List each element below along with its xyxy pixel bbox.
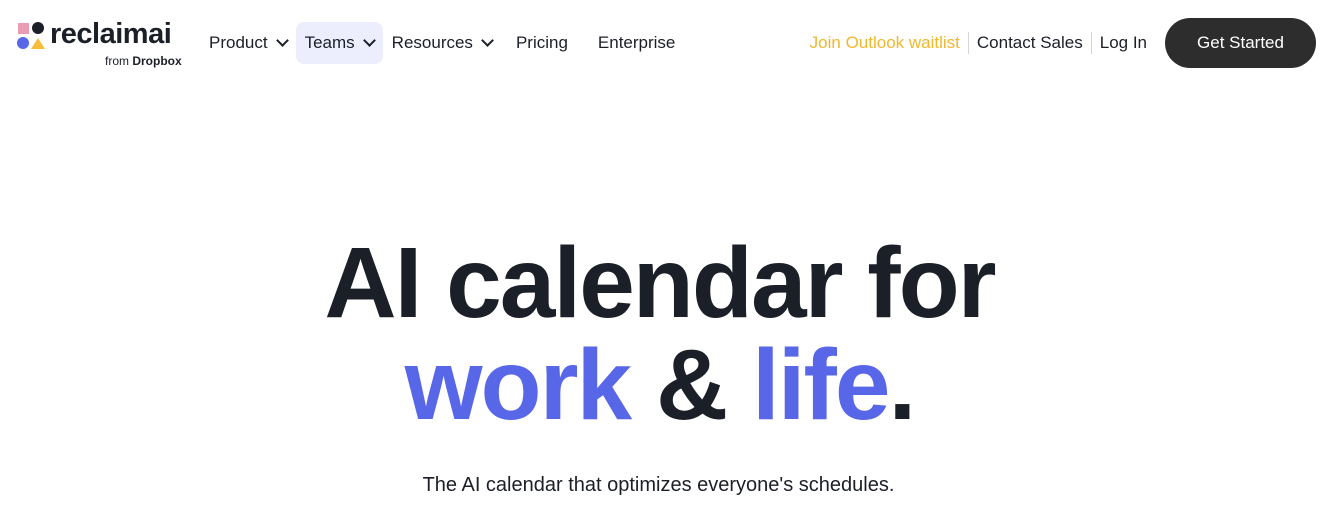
contact-sales-link[interactable]: Contact Sales — [969, 33, 1091, 53]
menu-item-label: Pricing — [515, 33, 568, 52]
menu-item-pricing[interactable]: Pricing — [501, 22, 583, 64]
menu-item-label: Resources — [391, 33, 473, 52]
hero-subtitle: The AI calendar that optimizes everyone'… — [422, 474, 895, 496]
chevron-down-icon — [275, 34, 289, 47]
get-started-button[interactable]: Get Started — [1165, 18, 1316, 68]
hero-headline: AI calendar for work & life. — [0, 232, 1327, 436]
logo-mark-icon — [17, 22, 45, 50]
menu-item-label: Enterprise — [597, 33, 676, 52]
menu-item-enterprise[interactable]: Enterprise — [583, 22, 690, 64]
logo-from-company: Dropbox — [132, 54, 182, 68]
menu-item-product[interactable]: Product — [200, 22, 296, 64]
hero-section: AI calendar for work & life. — [0, 232, 1327, 436]
headline-line-1: AI calendar for — [324, 227, 996, 339]
menu-item-label: Product — [209, 33, 268, 52]
headline-period: . — [888, 329, 916, 441]
top-navigation: reclaimai from Dropbox Product Teams Res… — [0, 0, 1327, 84]
secondary-links: Join Outlook waitlist Contact Sales Log … — [802, 22, 1155, 64]
chevron-down-icon — [362, 34, 376, 47]
join-outlook-waitlist-link[interactable]: Join Outlook waitlist — [802, 33, 968, 53]
logo-link[interactable]: reclaimai from Dropbox — [17, 18, 192, 72]
headline-word-life: life — [751, 329, 890, 441]
menu-item-label: Teams — [304, 33, 355, 52]
logo-from-dropbox: from Dropbox — [105, 54, 182, 68]
chevron-down-icon — [481, 34, 494, 47]
menu-item-resources[interactable]: Resources — [383, 22, 501, 64]
logo-from-prefix: from — [105, 54, 129, 68]
main-menu: Product Teams Resources Pricing Enterpri… — [200, 22, 690, 64]
logo-wordmark: reclaimai — [50, 18, 172, 50]
menu-item-teams[interactable]: Teams — [295, 22, 383, 64]
headline-word-work: work — [404, 329, 632, 441]
log-in-link[interactable]: Log In — [1092, 33, 1155, 53]
headline-ampersand: & — [630, 329, 752, 441]
